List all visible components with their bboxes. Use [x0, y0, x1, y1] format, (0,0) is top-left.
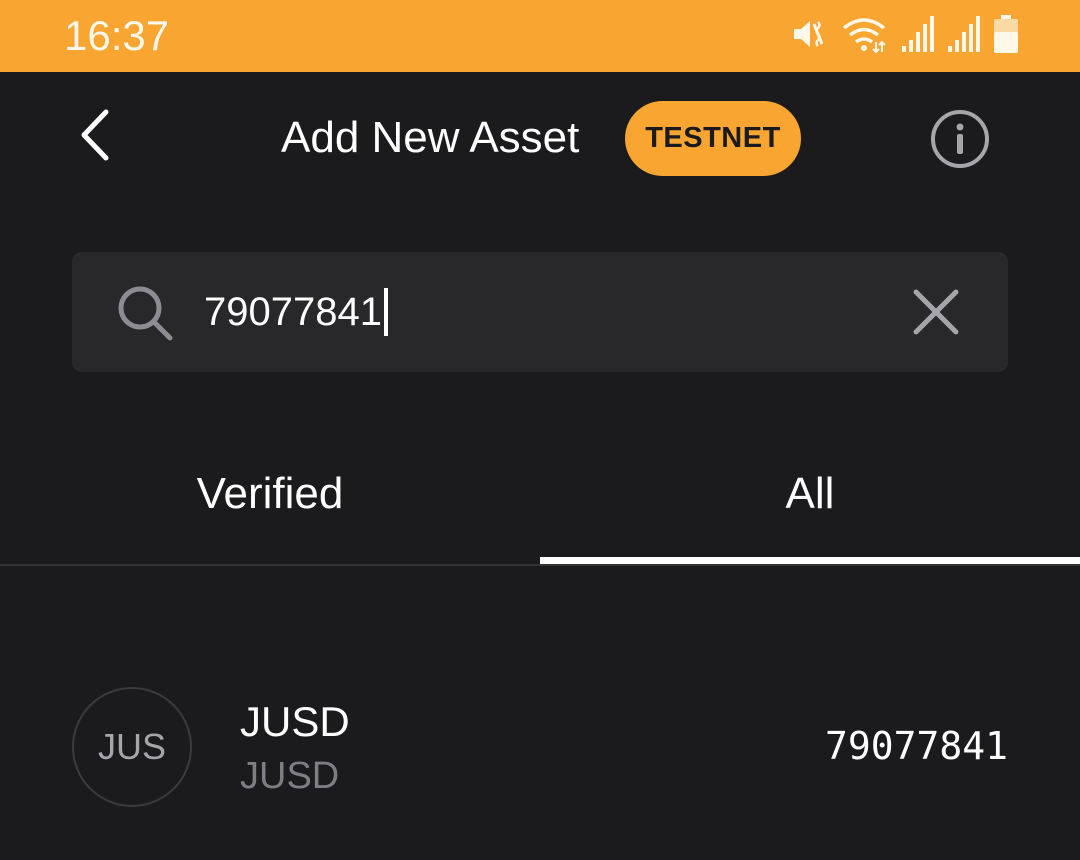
tab-verified-label: Verified [196, 469, 344, 518]
asset-avatar: JUS [72, 687, 192, 807]
close-icon [908, 289, 964, 344]
search-input-value: 79077841 [204, 290, 382, 334]
page-title: Add New Asset [281, 113, 580, 162]
back-button[interactable] [66, 104, 126, 170]
tab-all[interactable]: All [540, 430, 1080, 560]
status-icons [788, 14, 1020, 58]
tab-verified[interactable]: Verified [0, 430, 540, 560]
tabs-divider [0, 564, 1080, 566]
clear-search-button[interactable] [908, 284, 964, 340]
battery-icon [992, 14, 1020, 59]
info-button[interactable] [929, 108, 991, 170]
asset-unit-name: JUSD [240, 755, 340, 797]
search-bar: 79077841 [72, 252, 1008, 372]
mute-vibrate-icon [788, 14, 828, 59]
info-circle-icon [929, 110, 991, 174]
chevron-left-icon [76, 108, 116, 167]
asset-avatar-text: JUS [97, 726, 166, 767]
filter-tabs: Verified All [0, 430, 1080, 566]
asset-list-item[interactable]: JUS JUSD JUSD 79077841 [0, 660, 1080, 830]
status-time: 16:37 [64, 12, 170, 59]
search-input[interactable]: 79077841 [204, 288, 388, 336]
signal-2-icon [946, 14, 980, 59]
wifi-icon [840, 14, 888, 59]
active-tab-indicator [540, 557, 1080, 564]
network-badge: TESTNET [625, 101, 801, 176]
asset-id: 79077841 [824, 724, 1008, 768]
signal-1-icon [900, 14, 934, 59]
status-bar: 16:37 [0, 0, 1080, 72]
text-caret [383, 288, 388, 336]
search-icon [112, 280, 176, 344]
asset-name: JUSD [240, 698, 350, 745]
app-bar: Add New Asset TESTNET [0, 72, 1080, 208]
tab-all-label: All [785, 469, 835, 518]
